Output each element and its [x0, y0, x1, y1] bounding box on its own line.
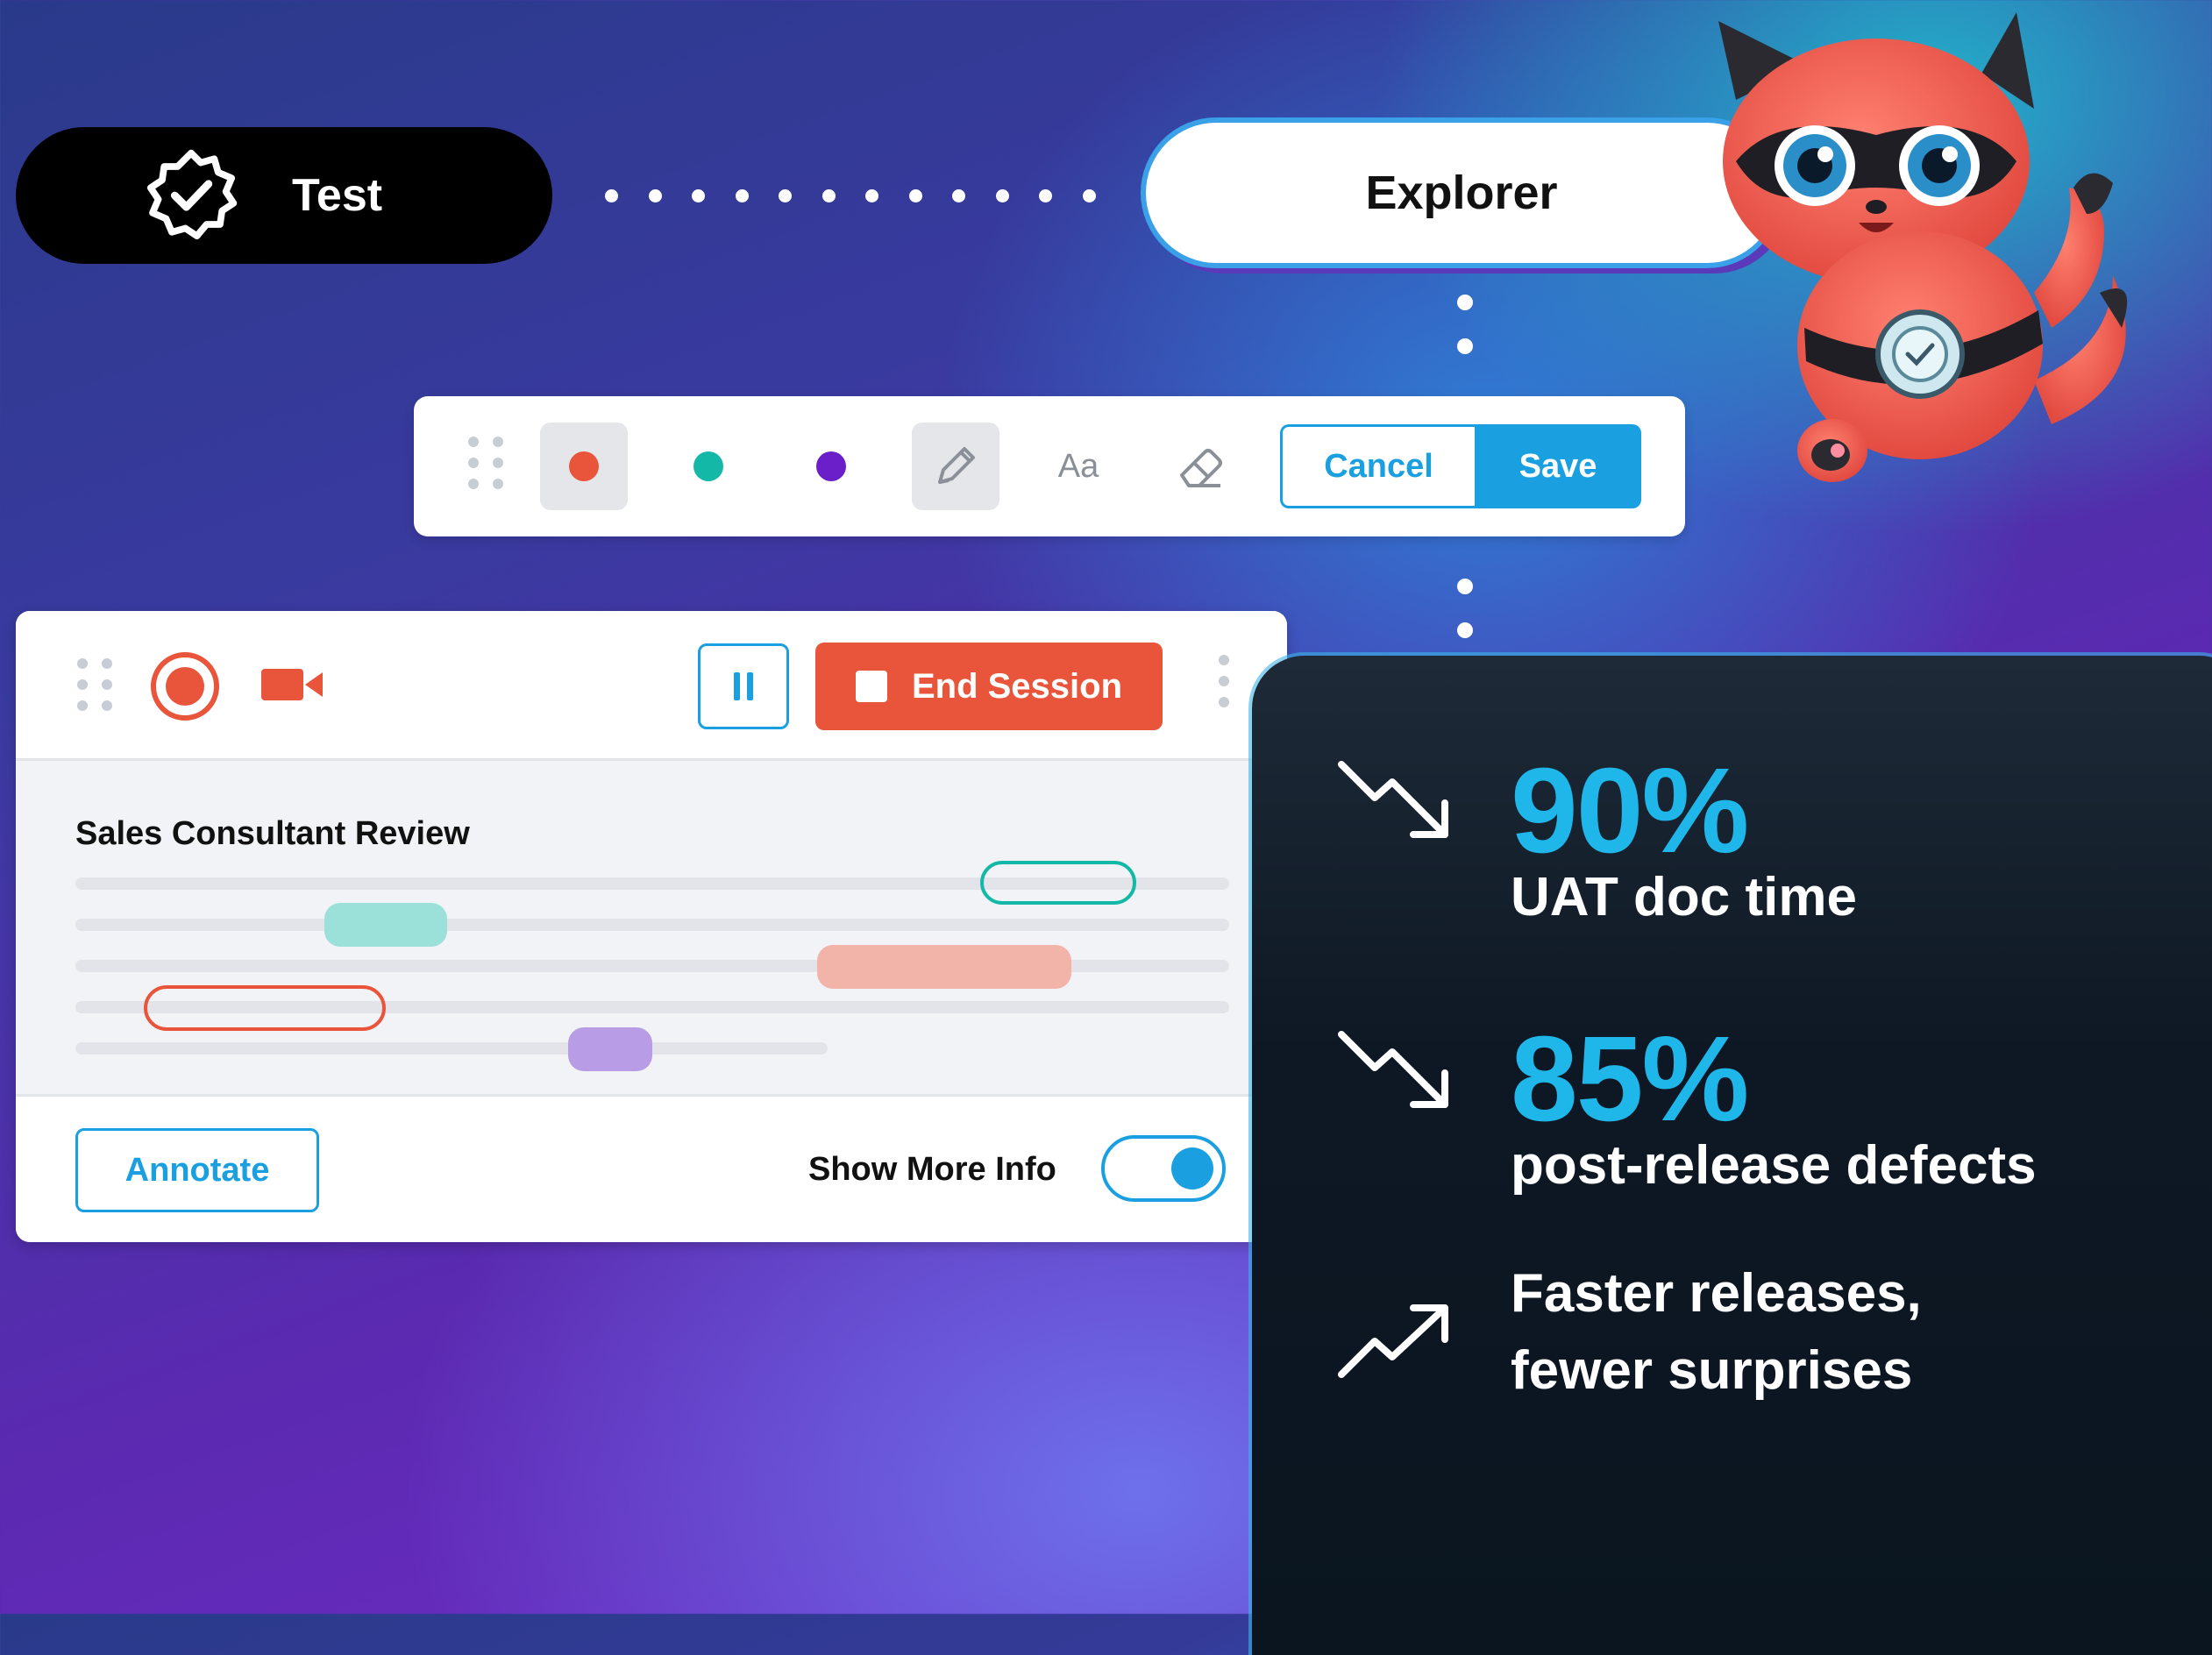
- stat-label-1: UAT doc time: [1511, 867, 1857, 927]
- color-teal-swatch: [693, 451, 723, 481]
- more-options-icon[interactable]: [1219, 655, 1229, 707]
- annotation-teal-highlight[interactable]: [324, 903, 447, 947]
- text-tool-label: Aa: [1057, 447, 1099, 485]
- trend-down-icon: [1338, 1031, 1448, 1108]
- color-red-button[interactable]: [540, 423, 628, 510]
- trend-down-icon: [1338, 761, 1448, 838]
- annotation-teal-outline[interactable]: [980, 861, 1136, 905]
- eraser-icon: [1180, 449, 1222, 487]
- test-pill[interactable]: Test: [16, 127, 552, 264]
- mascot-illustration: [1718, 12, 2128, 482]
- color-teal-button[interactable]: [665, 423, 752, 510]
- session-footer: Annotate Show More Info: [16, 1097, 1287, 1242]
- annotate-button[interactable]: Annotate: [75, 1128, 319, 1212]
- explorer-pill[interactable]: Explorer: [1146, 123, 1777, 263]
- show-more-info-label: Show More Info: [808, 1151, 1056, 1188]
- session-header: End Session: [16, 611, 1287, 761]
- color-purple-button[interactable]: [787, 423, 875, 510]
- text-tool-button[interactable]: Aa: [1035, 423, 1122, 510]
- annotation-toolbar: Aa Cancel Save: [414, 396, 1685, 536]
- text-line: [75, 919, 1229, 931]
- color-red-swatch: [569, 451, 599, 481]
- toggle-knob: [1171, 1147, 1213, 1190]
- annotation-purple-highlight[interactable]: [568, 1027, 652, 1071]
- stat-label-2: post-release defects: [1511, 1135, 2037, 1196]
- end-session-label: End Session: [911, 666, 1123, 706]
- pen-icon: [938, 447, 975, 484]
- document-preview: Sales Consultant Review: [16, 761, 1287, 1097]
- save-button[interactable]: Save: [1475, 424, 1641, 508]
- pen-tool-button[interactable]: [912, 423, 999, 510]
- stat-value-1: 90%: [1511, 743, 1749, 878]
- pause-button[interactable]: [698, 643, 789, 729]
- color-purple-swatch: [816, 451, 846, 481]
- stop-icon: [855, 671, 887, 702]
- drag-handle-icon[interactable]: [468, 437, 503, 489]
- show-more-info-toggle[interactable]: [1101, 1135, 1226, 1202]
- annotation-red-outline[interactable]: [144, 985, 386, 1031]
- stats-panel: 90% UAT doc time 85% post-release defect…: [1252, 656, 2212, 1655]
- end-session-button[interactable]: End Session: [815, 643, 1163, 730]
- text-line: [75, 1042, 828, 1055]
- record-icon[interactable]: [151, 652, 219, 721]
- flow-connector-vertical-top: [1457, 295, 1473, 354]
- session-panel: End Session Sales Consultant Review Anno…: [16, 611, 1287, 1242]
- stat-value-2: 85%: [1511, 1012, 1749, 1147]
- test-label: Test: [292, 170, 383, 221]
- explorer-label: Explorer: [1365, 167, 1558, 219]
- eraser-tool-button[interactable]: [1157, 423, 1245, 510]
- document-title: Sales Consultant Review: [75, 815, 470, 852]
- annotation-red-highlight[interactable]: [817, 945, 1071, 989]
- drag-handle-icon[interactable]: [77, 658, 112, 711]
- video-camera-icon[interactable]: [260, 665, 324, 704]
- flow-connector-vertical-bottom: [1457, 579, 1473, 638]
- cancel-button[interactable]: Cancel: [1280, 424, 1475, 508]
- stat-label-3b: fewer surprises: [1511, 1340, 1913, 1401]
- flow-connector: [605, 182, 1096, 209]
- verified-badge-icon: [146, 149, 238, 240]
- stat-label-3a: Faster releases,: [1511, 1263, 1922, 1324]
- trend-up-icon: [1338, 1304, 1448, 1378]
